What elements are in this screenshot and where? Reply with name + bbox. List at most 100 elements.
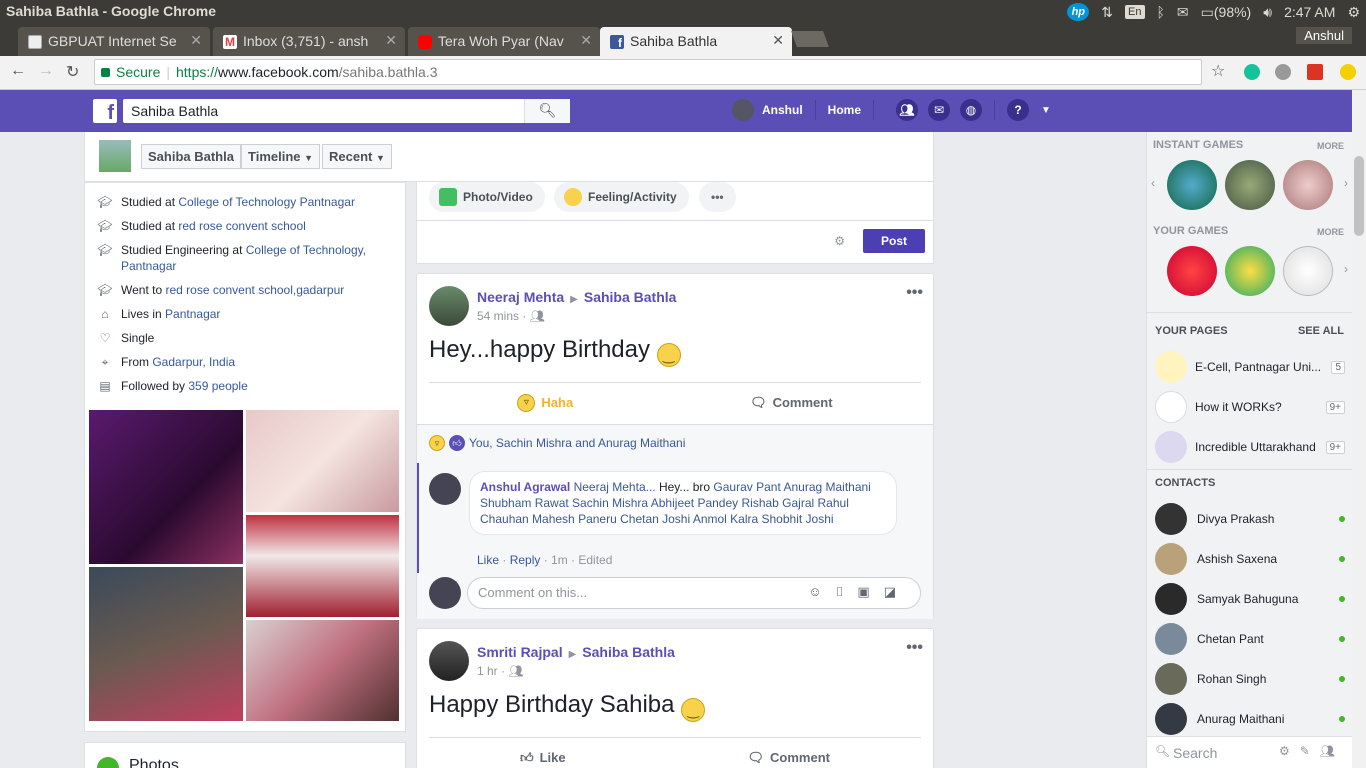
sticker-icon[interactable]: ◪ <box>884 584 910 599</box>
reload-icon[interactable]: ↻ <box>66 62 79 82</box>
post-target-link[interactable]: Sahiba Bathla <box>582 644 675 660</box>
cors-extension-icon[interactable] <box>1307 64 1323 80</box>
see-all-pages-link[interactable]: SEE ALL <box>1298 325 1344 337</box>
avatar[interactable] <box>732 99 754 121</box>
feeling-activity-button[interactable]: Feeling/Activity <box>554 182 689 212</box>
settings-gear-icon[interactable]: ⚙ <box>834 234 845 248</box>
keyboard-layout[interactable]: En <box>1125 5 1145 19</box>
network-arrows-icon[interactable]: ⇅ <box>1101 4 1113 21</box>
photo-thumbnail[interactable] <box>246 515 399 617</box>
close-icon[interactable]: ✕ <box>772 32 784 49</box>
new-tab-button[interactable] <box>791 31 829 47</box>
messenger-icon[interactable]: ✉ <box>928 99 951 121</box>
photo-thumbnail[interactable] <box>246 620 399 721</box>
intro-link[interactable]: Pantnagar <box>165 307 220 321</box>
contact-item[interactable]: Ashish Saxena <box>1155 543 1345 575</box>
game-icon[interactable] <box>1283 160 1333 210</box>
post-options-icon[interactable]: ••• <box>906 284 923 302</box>
battery-indicator[interactable]: ▭(98%) <box>1201 4 1252 21</box>
game-icon[interactable] <box>1225 160 1275 210</box>
intro-link[interactable]: red rose convent school <box>178 219 305 233</box>
more-your-games-link[interactable]: MORE <box>1317 227 1344 237</box>
reactions-summary[interactable]: ▿ 👍︎ You, Sachin Mishra and Anurag Maith… <box>429 435 685 451</box>
mail-icon[interactable]: ✉ <box>1177 4 1189 21</box>
hp-logo-icon[interactable]: hp <box>1067 3 1090 21</box>
extension-icon[interactable] <box>1275 64 1291 80</box>
contact-item[interactable]: Samyak Bahuguna <box>1155 583 1345 615</box>
photo-video-button[interactable]: Photo/Video <box>429 182 545 212</box>
like-button[interactable]: 👍︎ Like <box>520 750 566 766</box>
chevron-right-icon[interactable]: › <box>1344 262 1348 276</box>
facebook-search-input[interactable]: Sahiba Bathla 🔍︎ <box>123 99 570 123</box>
avatar[interactable] <box>429 286 469 326</box>
chevron-down-icon[interactable]: ▼ <box>1041 105 1051 116</box>
post-author-link[interactable]: Neeraj Mehta <box>477 289 564 305</box>
facebook-logo-icon[interactable]: f <box>93 99 117 124</box>
tab-facebook[interactable]: f Sahiba Bathla ✕ <box>600 27 792 56</box>
contact-item[interactable]: Rohan Singh <box>1155 663 1345 695</box>
comment-author-link[interactable]: Anshul Agrawal <box>480 480 570 494</box>
word-game-icon[interactable] <box>1283 246 1333 296</box>
page-item[interactable]: Incredible Uttarakhand 9+ <box>1155 431 1345 463</box>
chrome-profile-button[interactable]: Anshul <box>1296 27 1352 44</box>
intro-link[interactable]: Gadarpur, India <box>152 355 235 369</box>
power-gear-icon[interactable]: ⚙ <box>1347 4 1360 21</box>
photo-thumbnail[interactable] <box>246 410 399 512</box>
photos-card-title[interactable]: Photos <box>129 757 179 768</box>
close-icon[interactable]: ✕ <box>190 32 202 49</box>
more-games-link[interactable]: MORE <box>1317 141 1344 151</box>
camera-icon[interactable]: ⌷ <box>836 584 858 599</box>
grammarly-icon[interactable] <box>1244 64 1260 80</box>
more-options-button[interactable]: ••• <box>699 182 736 212</box>
recent-dropdown[interactable]: Recent ▼ <box>322 144 392 169</box>
notifications-globe-icon[interactable]: ◍ <box>960 99 983 121</box>
post-author-link[interactable]: Smriti Rajpal <box>477 644 563 660</box>
comment-mention-link[interactable]: Neeraj Mehta... <box>574 480 656 494</box>
compose-icon[interactable]: ✎ <box>1300 744 1320 758</box>
doubleu-casino-icon[interactable] <box>1225 246 1275 296</box>
comment-like-link[interactable]: Like <box>477 553 499 567</box>
page-item[interactable]: How it WORKs? 9+ <box>1155 391 1345 423</box>
volume-icon[interactable]: 🔊︎ <box>1263 4 1272 21</box>
photo-thumbnail[interactable] <box>89 410 243 564</box>
post-button[interactable]: Post <box>863 229 925 253</box>
timeline-dropdown[interactable]: Timeline ▼ <box>241 144 321 169</box>
extension-warning-icon[interactable] <box>1340 64 1356 80</box>
avatar[interactable] <box>429 577 461 609</box>
profile-thumbnail[interactable] <box>99 140 131 172</box>
tab-gbpuat[interactable]: GBPUAT Internet Se ✕ <box>18 27 210 56</box>
page-scrollbar[interactable] <box>1352 90 1366 768</box>
chat-search-input[interactable]: 🔍︎ Search ⚙✎👥︎ <box>1147 736 1353 768</box>
home-link[interactable]: Home <box>828 103 861 117</box>
intro-link[interactable]: 359 people <box>188 379 247 393</box>
emoji-icon[interactable]: ☺ <box>808 584 835 599</box>
bluetooth-icon[interactable]: ᛒ <box>1157 4 1165 20</box>
clock[interactable]: 2:47 AM <box>1284 4 1335 20</box>
contact-item[interactable]: Chetan Pant <box>1155 623 1345 655</box>
comment-button[interactable]: 🗨︎ Comment <box>748 750 830 766</box>
forward-arrow-icon[interactable]: → <box>38 62 54 80</box>
friend-requests-icon[interactable]: 👥︎ <box>896 99 919 121</box>
game-icon[interactable] <box>1167 160 1217 210</box>
tab-gmail[interactable]: M Inbox (3,751) - ansh ✕ <box>213 27 405 56</box>
haha-reaction-button[interactable]: ▿ Haha <box>517 393 573 412</box>
contact-item[interactable]: Divya Prakash <box>1155 503 1345 535</box>
close-icon[interactable]: ✕ <box>385 32 397 49</box>
post-time[interactable]: 54 mins · <box>477 309 526 323</box>
gear-icon[interactable]: ⚙ <box>1279 744 1300 758</box>
profile-name-button[interactable]: Sahiba Bathla <box>141 144 241 169</box>
intro-link[interactable]: College of Technology Pantnagar <box>178 195 355 209</box>
back-arrow-icon[interactable]: ← <box>10 62 26 80</box>
scrollbar-thumb[interactable] <box>1354 156 1364 236</box>
bookmark-star-icon[interactable]: ☆ <box>1211 61 1225 81</box>
close-icon[interactable]: ✕ <box>580 32 592 49</box>
chevron-right-icon[interactable]: › <box>1344 176 1348 190</box>
avatar[interactable] <box>429 473 461 505</box>
url-bar[interactable]: Secure | https://www.facebook.com/sahiba.b… <box>94 59 1202 85</box>
post-target-link[interactable]: Sahiba Bathla <box>584 289 677 305</box>
intro-link[interactable]: red rose convent school,gadarpur <box>165 283 344 297</box>
help-icon[interactable]: ? <box>1007 99 1030 121</box>
profile-link[interactable]: Anshul <box>762 103 803 117</box>
gif-icon[interactable]: ▣ <box>857 584 883 599</box>
audience-friends-icon[interactable]: 👥︎ <box>508 664 523 678</box>
